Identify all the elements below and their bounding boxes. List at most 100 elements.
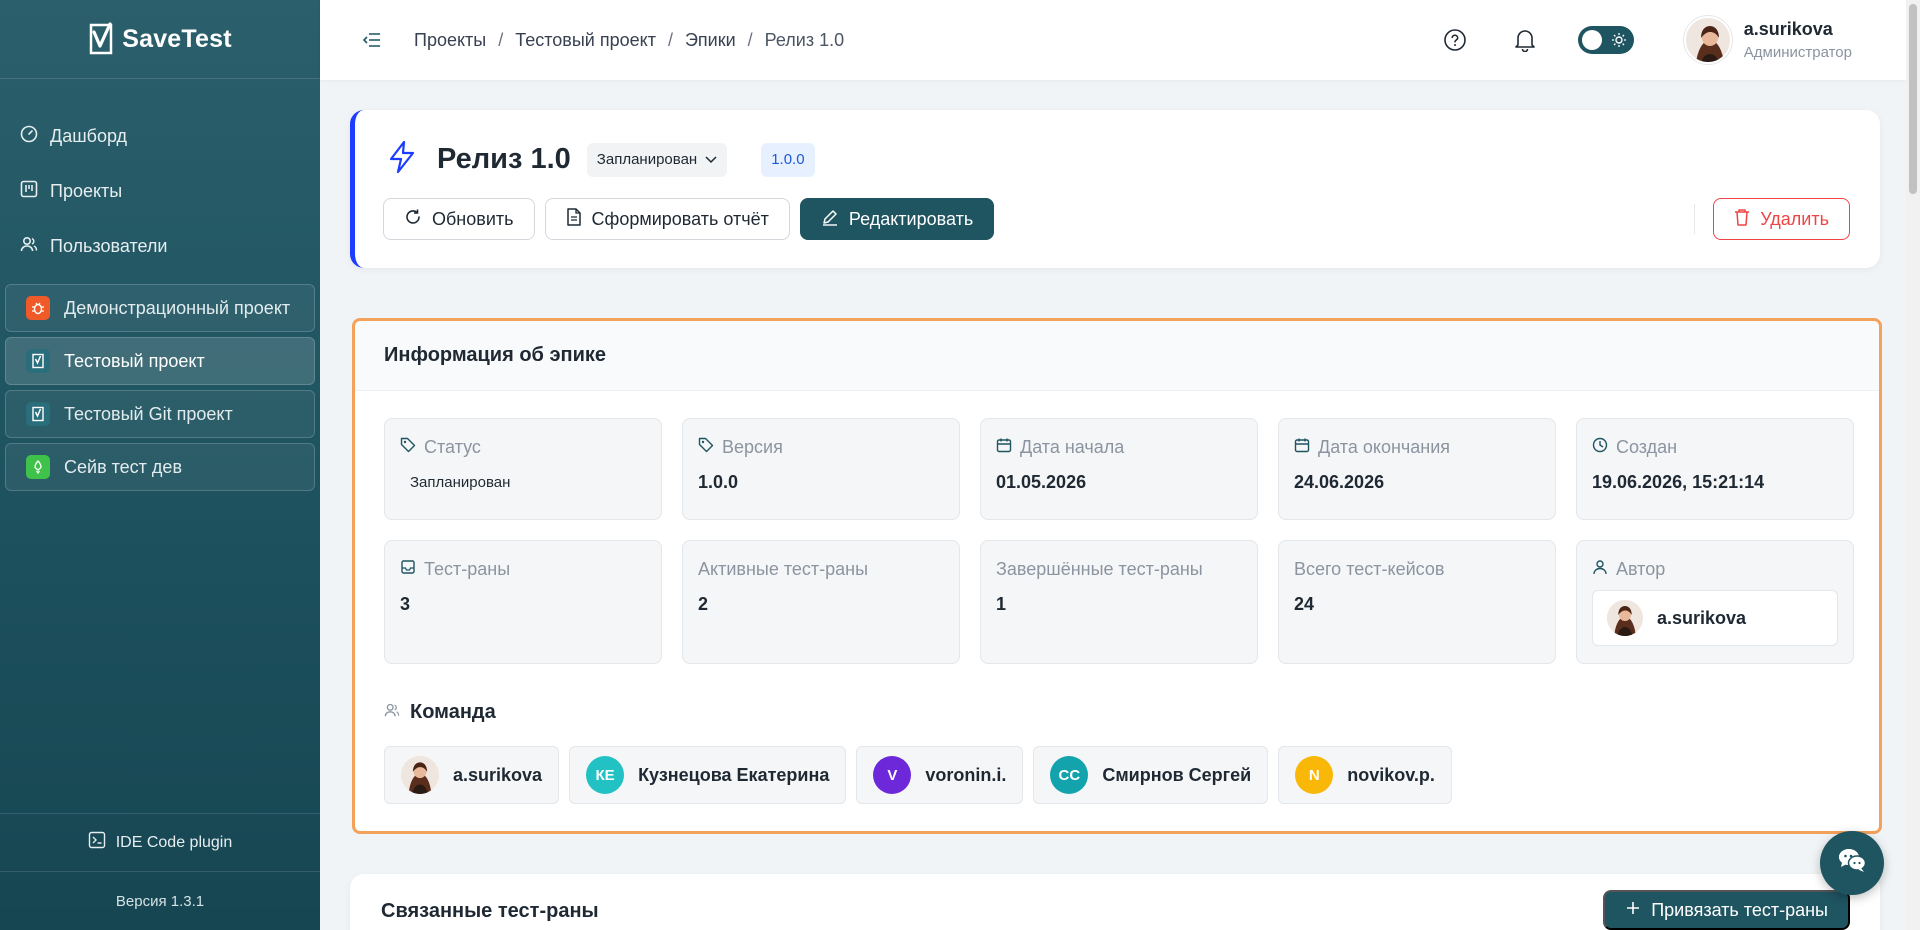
- linked-test-runs-title: Связанные тест-раны: [381, 900, 599, 922]
- project-item-git[interactable]: Тестовый Git проект: [5, 390, 315, 438]
- team-member[interactable]: V voronin.i.: [856, 746, 1024, 804]
- epic-info-header: Информация об эпике: [355, 321, 1879, 391]
- page-scrollbar[interactable]: [1906, 0, 1920, 930]
- status-value: Запланирован: [410, 474, 511, 491]
- author-name: a.surikova: [1657, 607, 1747, 628]
- info-cell-label: Дата начала: [996, 437, 1242, 458]
- refresh-icon: [404, 208, 422, 231]
- edit-button[interactable]: Редактировать: [799, 198, 995, 240]
- status-dropdown-value: Запланирован: [596, 151, 698, 168]
- nav-item-dashboard[interactable]: Дашборд: [0, 109, 320, 164]
- inbox-icon: [400, 559, 416, 580]
- breadcrumb-projects[interactable]: Проекты: [414, 30, 486, 51]
- rocket-icon: [26, 455, 50, 479]
- epic-title: Релиз 1.0: [437, 143, 571, 175]
- sidebar-footer: IDE Code plugin Версия 1.3.1: [0, 813, 320, 930]
- start-date-value: 01.05.2026: [996, 472, 1087, 492]
- created-value: 19.06.2026, 15:21:14: [1592, 472, 1765, 492]
- user-role: Администратор: [1743, 44, 1852, 61]
- member-name: a.surikova: [453, 764, 543, 785]
- project-item-dev[interactable]: Сейв тест дев: [5, 443, 315, 491]
- breadcrumb-separator: /: [747, 29, 753, 50]
- breadcrumb-separator: /: [498, 29, 504, 50]
- team-member[interactable]: a.surikova: [384, 746, 560, 804]
- help-icon[interactable]: [1440, 25, 1470, 55]
- nav-item-label: Пользователи: [50, 236, 168, 256]
- author-chip[interactable]: a.surikova: [1592, 590, 1838, 646]
- team-member[interactable]: СС Смирнов Сергей: [1033, 746, 1269, 804]
- breadcrumb: Проекты / Тестовый проект / Эпики / Рели…: [414, 30, 844, 51]
- user-menu[interactable]: a.surikova Администратор: [1683, 16, 1852, 64]
- project-item-test[interactable]: Тестовый проект: [5, 337, 315, 385]
- clock-icon: [1592, 437, 1608, 458]
- theme-toggle[interactable]: [1577, 26, 1634, 54]
- scrollbar-thumb[interactable]: [1909, 4, 1917, 194]
- bell-icon[interactable]: [1510, 25, 1540, 55]
- completed-runs-value: 1: [996, 594, 1007, 614]
- info-cell-label: Статус: [400, 437, 646, 458]
- delete-label: Удалить: [1760, 208, 1829, 229]
- nav-item-projects[interactable]: Проекты: [0, 164, 320, 219]
- main-nav: Дашборд Проекты Пользователи: [0, 79, 320, 274]
- team-member[interactable]: N novikov.p.: [1278, 746, 1452, 804]
- sidebar: SaveTest Дашборд Проекты Пользователи Де…: [0, 0, 320, 930]
- ide-plugin-link[interactable]: IDE Code plugin: [0, 814, 320, 872]
- generate-report-label: Сформировать отчёт: [591, 208, 769, 229]
- delete-button[interactable]: Удалить: [1713, 198, 1850, 240]
- chat-icon: [1837, 847, 1867, 880]
- version-badge: 1.0.0: [761, 142, 815, 177]
- app-logo[interactable]: SaveTest: [0, 0, 320, 79]
- status-dropdown[interactable]: Запланирован: [586, 142, 728, 177]
- breadcrumb-epics[interactable]: Эпики: [685, 30, 736, 51]
- terminal-icon: [88, 831, 106, 854]
- ide-plugin-label: IDE Code plugin: [115, 833, 233, 851]
- info-cell-label: Создан: [1592, 437, 1838, 458]
- refresh-button[interactable]: Обновить: [383, 198, 535, 240]
- sun-icon: [1611, 32, 1627, 53]
- kanban-icon: [20, 180, 38, 203]
- lightning-icon: [387, 140, 417, 179]
- checklist-icon: [26, 349, 50, 373]
- epic-title-row: Релиз 1.0 Запланирован 1.0.0: [387, 140, 815, 179]
- collapse-menu-icon[interactable]: [360, 28, 384, 52]
- tag-icon: [698, 437, 714, 458]
- nav-item-users[interactable]: Пользователи: [0, 219, 320, 274]
- user-name: a.surikova: [1743, 19, 1833, 39]
- team-member[interactable]: КЕ Кузнецова Екатерина: [569, 746, 847, 804]
- generate-report-button[interactable]: Сформировать отчёт: [544, 198, 790, 240]
- attach-test-runs-button[interactable]: Привязать тест-раны: [1603, 890, 1850, 930]
- nav-item-label: Дашборд: [50, 126, 128, 146]
- users-icon: [384, 701, 400, 724]
- project-label: Демонстрационный проект: [64, 297, 291, 318]
- total-cases-value: 24: [1294, 594, 1315, 614]
- project-list: Демонстрационный проект Тестовый проект …: [0, 284, 320, 491]
- project-label: Тестовый проект: [64, 350, 205, 371]
- bug-icon: [26, 296, 50, 320]
- users-icon: [20, 235, 38, 258]
- completed-runs-label: Завершённые тест-раны: [996, 559, 1203, 579]
- user-icon: [1592, 559, 1608, 580]
- info-cell-author: Автор a.surikova: [1576, 540, 1854, 664]
- info-cell-total-cases: Всего тест-кейсов 24: [1278, 540, 1556, 664]
- info-cell-label: Тест-раны: [400, 559, 646, 580]
- test-runs-label: Тест-раны: [424, 559, 511, 579]
- user-avatar: [1683, 16, 1732, 64]
- project-label: Тестовый Git проект: [64, 403, 233, 424]
- info-cell-label: Всего тест-кейсов: [1294, 559, 1540, 580]
- header-actions: a.surikova Администратор: [1440, 0, 1852, 80]
- info-cell-end-date: Дата окончания 24.06.2026: [1278, 418, 1556, 520]
- info-cell-label: Версия: [698, 437, 944, 458]
- chat-button[interactable]: [1820, 831, 1884, 895]
- epic-info-title: Информация об эпике: [384, 344, 607, 366]
- info-cell-version: Версия 1.0.0: [682, 418, 960, 520]
- attach-test-runs-label: Привязать тест-раны: [1651, 899, 1828, 920]
- author-label: Автор: [1616, 559, 1666, 579]
- status-label: Статус: [424, 437, 481, 457]
- project-item-demo[interactable]: Демонстрационный проект: [5, 284, 315, 332]
- team-title: Команда: [410, 701, 496, 723]
- plus-icon: [1625, 900, 1641, 921]
- breadcrumb-project[interactable]: Тестовый проект: [515, 30, 656, 51]
- calendar-icon: [1294, 437, 1310, 458]
- member-avatar: V: [873, 756, 912, 794]
- nav-item-label: Проекты: [50, 181, 123, 201]
